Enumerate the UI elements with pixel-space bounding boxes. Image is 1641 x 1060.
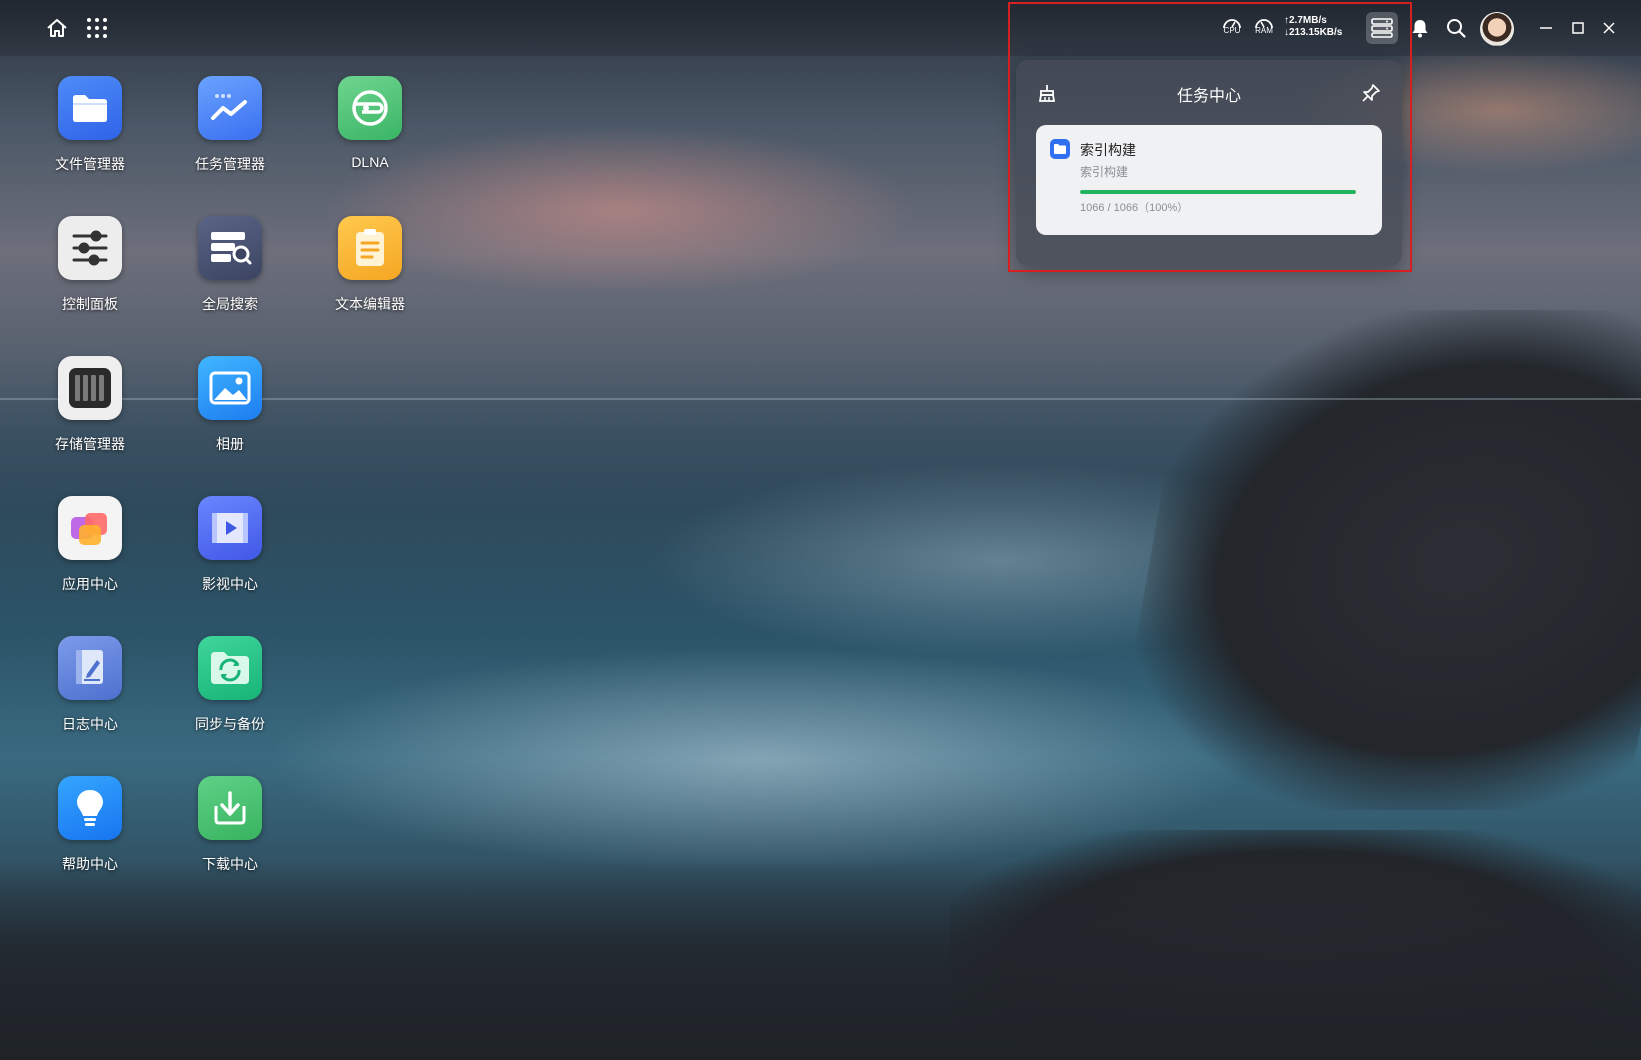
sync-icon [198,636,262,700]
app-control-panel[interactable]: 控制面板 [30,216,150,336]
app-dlna[interactable]: DLNA [310,76,430,196]
app-sync-backup[interactable]: 同步与备份 [170,636,290,756]
app-label: 应用中心 [62,576,118,592]
app-label: 文本编辑器 [335,296,405,312]
app-label: 存储管理器 [55,436,125,452]
app-label: 任务管理器 [195,156,265,172]
home-icon[interactable] [42,14,72,42]
app-label: 影视中心 [202,576,258,592]
app-file-manager[interactable]: 文件管理器 [30,76,150,196]
app-help-center[interactable]: 帮助中心 [30,776,150,896]
app-label: 全局搜索 [202,296,258,312]
dlna-icon [338,76,402,140]
app-label: DLNA [351,154,389,170]
photo-icon [198,356,262,420]
maximize-icon[interactable] [1563,14,1593,42]
minimize-icon[interactable] [1531,14,1561,42]
wallpaper-rocks [1105,310,1641,810]
lightbulb-icon [58,776,122,840]
app-storage-manager[interactable]: 存储管理器 [30,356,150,476]
storage-icon [58,356,122,420]
app-center-icon [58,496,122,560]
sliders-icon [58,216,122,280]
highlight-outline [1008,2,1412,272]
video-icon [198,496,262,560]
app-download-center[interactable]: 下载中心 [170,776,290,896]
notepad-icon [338,216,402,280]
app-label: 帮助中心 [62,856,118,872]
grid-icon[interactable] [82,14,112,42]
app-label: 相册 [216,436,244,452]
download-icon [198,776,262,840]
log-icon [58,636,122,700]
avatar[interactable] [1480,12,1514,46]
task-manager-icon [198,76,262,140]
close-icon[interactable] [1594,14,1624,42]
app-label: 日志中心 [62,716,118,732]
app-label: 控制面板 [62,296,118,312]
app-label: 同步与备份 [195,716,265,732]
global-search-icon [198,216,262,280]
app-task-manager[interactable]: 任务管理器 [170,76,290,196]
folder-icon [58,76,122,140]
app-label: 文件管理器 [55,156,125,172]
app-video-center[interactable]: 影视中心 [170,496,290,616]
search-icon[interactable] [1442,14,1470,42]
app-label: 下载中心 [202,856,258,872]
app-photos[interactable]: 相册 [170,356,290,476]
app-app-center[interactable]: 应用中心 [30,496,150,616]
app-text-editor[interactable]: 文本编辑器 [310,216,430,336]
app-global-search[interactable]: 全局搜索 [170,216,290,336]
app-log-center[interactable]: 日志中心 [30,636,150,756]
